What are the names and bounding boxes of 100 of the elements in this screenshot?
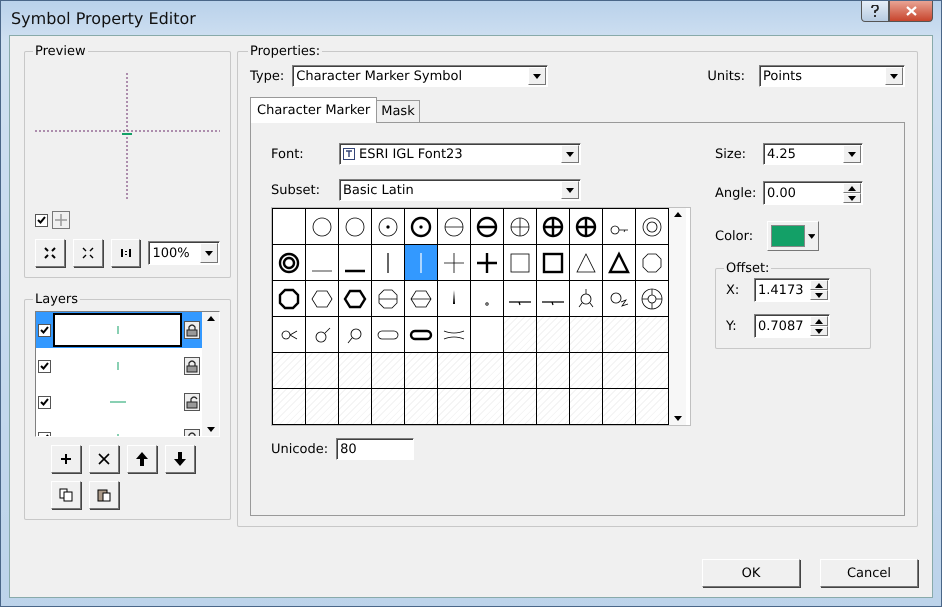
glyph-cell[interactable] [504,209,537,245]
glyph-cell[interactable] [636,353,669,389]
glyph-cell[interactable] [537,245,570,281]
delete-layer-button[interactable] [89,445,119,473]
glyph-cell[interactable] [504,281,537,317]
paste-button[interactable] [89,481,119,509]
dialog-button[interactable]: Cancel [820,559,918,587]
move-up-button[interactable] [127,445,157,473]
glyph-cell[interactable] [471,389,504,425]
glyph-cell[interactable] [273,353,306,389]
glyph-cell[interactable] [273,209,306,245]
glyph-cell[interactable] [471,209,504,245]
glyph-cell[interactable] [405,281,438,317]
glyph-cell[interactable] [438,281,471,317]
glyph-cell[interactable] [471,281,504,317]
glyph-cell[interactable] [504,245,537,281]
glyph-cell[interactable] [504,389,537,425]
spin-up-button[interactable] [810,316,828,326]
glyph-cell[interactable] [471,353,504,389]
spin-down-button[interactable] [810,326,828,336]
glyph-cell[interactable] [636,209,669,245]
glyph-cell[interactable] [339,281,372,317]
copy-button[interactable] [51,481,81,509]
glyph-cell[interactable] [603,209,636,245]
actual-size-button[interactable] [110,239,140,267]
glyph-cell[interactable] [636,317,669,353]
glyph-cell[interactable] [537,353,570,389]
layer-checkbox[interactable] [38,324,51,336]
glyph-cell[interactable] [603,317,636,353]
tab[interactable]: Character Marker [250,97,378,123]
glyph-cell[interactable] [405,209,438,245]
glyph-cell[interactable] [372,281,405,317]
add-layer-button[interactable] [51,445,81,473]
glyph-cell[interactable] [306,209,339,245]
glyph-cell[interactable] [471,317,504,353]
glyph-cell[interactable] [537,389,570,425]
spin-down-button[interactable] [810,290,828,300]
dialog-button[interactable]: OK [702,559,800,587]
glyph-cell[interactable] [438,317,471,353]
lock-icon[interactable] [184,321,200,339]
lock-icon[interactable] [184,357,200,375]
close-button[interactable] [889,1,933,22]
glyph-cell[interactable] [636,245,669,281]
glyph-cell[interactable] [273,245,306,281]
glyph-cell[interactable] [603,281,636,317]
scrollbar[interactable] [669,208,686,425]
move-down-button[interactable] [165,445,195,473]
glyph-cell[interactable] [339,389,372,425]
zoom-in-button[interactable] [72,239,103,267]
offset-x-field[interactable]: 1.4173 [754,278,830,302]
glyph-cell[interactable] [405,389,438,425]
spin-down-button[interactable] [843,193,861,203]
color-picker[interactable] [767,221,819,251]
glyph-cell[interactable] [339,353,372,389]
spin-up-button[interactable] [843,183,861,193]
glyph-cell[interactable] [372,317,405,353]
zoom-out-button[interactable] [35,239,65,267]
glyph-cell[interactable] [537,209,570,245]
offset-y-field[interactable]: 0.7087 [754,314,830,338]
glyph-cell[interactable] [372,209,405,245]
units-dropdown[interactable]: Points [759,65,905,87]
glyph-cell[interactable] [570,317,603,353]
glyph-cell[interactable] [438,353,471,389]
glyph-cell[interactable] [438,245,471,281]
zoom-dropdown[interactable]: 100% [148,241,220,265]
glyph-cell[interactable] [504,353,537,389]
font-dropdown[interactable]: ESRI IGL Font23 [339,143,581,165]
glyph-cell[interactable] [438,209,471,245]
glyph-cell[interactable] [603,245,636,281]
unicode-field[interactable]: 80 [336,438,414,460]
glyph-cell[interactable] [339,317,372,353]
glyph-cell[interactable] [570,245,603,281]
glyph-cell[interactable] [372,353,405,389]
glyph-cell[interactable] [306,317,339,353]
unlocked-icon[interactable] [184,393,200,411]
glyph-cell[interactable] [570,209,603,245]
scrollbar[interactable] [202,312,219,436]
layer-row[interactable] [36,312,202,348]
glyph-cell[interactable] [405,245,438,281]
glyph-cell[interactable] [339,209,372,245]
glyph-cell[interactable] [405,317,438,353]
glyph-cell[interactable] [537,317,570,353]
spin-up-button[interactable] [810,280,828,290]
glyph-cell[interactable] [636,281,669,317]
glyph-cell[interactable] [438,389,471,425]
type-dropdown[interactable]: Character Marker Symbol [292,65,548,87]
glyph-cell[interactable] [603,353,636,389]
glyph-cell[interactable] [306,245,339,281]
glyph-cell[interactable] [570,281,603,317]
help-button[interactable] [861,1,889,22]
size-dropdown[interactable]: 4.25 [763,143,863,165]
glyph-cell[interactable] [339,245,372,281]
crosshair-checkbox[interactable] [35,214,48,226]
glyph-cell[interactable] [306,389,339,425]
glyph-cell[interactable] [273,281,306,317]
glyph-cell[interactable] [273,389,306,425]
glyph-cell[interactable] [504,317,537,353]
glyph-cell[interactable] [570,389,603,425]
glyph-cell[interactable] [306,353,339,389]
glyph-cell[interactable] [471,245,504,281]
